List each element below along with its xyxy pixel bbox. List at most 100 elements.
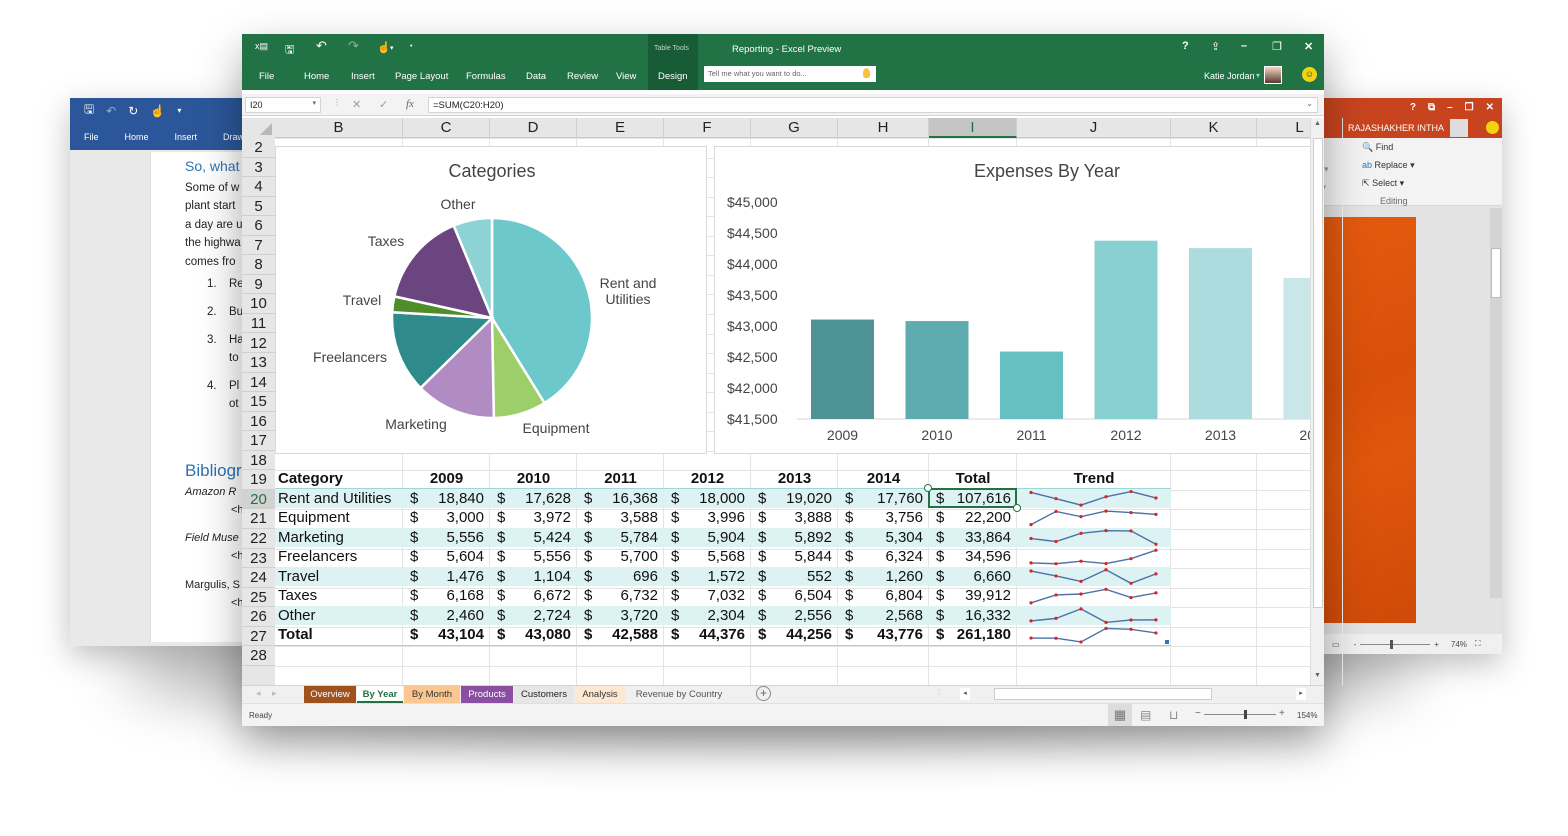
- expenses-by-year-bar-chart[interactable]: Expenses By Year $41,500 $42,000 $42,500 $4…: [714, 146, 1315, 454]
- value-cell[interactable]: 7,032: [664, 586, 745, 606]
- normal-view-icon[interactable]: ▦: [1108, 704, 1132, 726]
- year-header-cell[interactable]: 2009: [403, 469, 490, 489]
- total-cell[interactable]: 39,912: [929, 586, 1011, 606]
- zoom-in-button[interactable]: +: [1279, 708, 1285, 719]
- tab-view[interactable]: View: [616, 71, 636, 82]
- value-cell[interactable]: 3,888: [751, 508, 832, 528]
- total-cell[interactable]: 34,596: [929, 547, 1011, 567]
- select-all-corner[interactable]: [242, 118, 275, 138]
- value-cell[interactable]: 2,568: [838, 606, 923, 626]
- ribbon-display-icon[interactable]: ⧉: [1428, 102, 1435, 113]
- row-header-14[interactable]: 14: [242, 373, 275, 393]
- sheet-tab-products[interactable]: Products: [461, 686, 513, 703]
- close-button[interactable]: ✕: [1304, 40, 1313, 53]
- value-cell[interactable]: 44,256: [751, 625, 832, 645]
- category-cell[interactable]: Freelancers: [278, 547, 357, 567]
- insert-function-icon[interactable]: fx: [406, 98, 414, 110]
- touch-mode-icon[interactable]: ☝: [377, 41, 391, 54]
- value-cell[interactable]: 17,628: [490, 489, 571, 509]
- value-cell[interactable]: 2,556: [751, 606, 832, 626]
- minimize-button[interactable]: –: [1241, 40, 1247, 52]
- horizontal-scroll-thumb[interactable]: [994, 688, 1212, 700]
- year-header-cell[interactable]: 2010: [490, 469, 577, 489]
- name-box-dropdown-icon[interactable]: ▾: [312, 99, 316, 107]
- value-cell[interactable]: 44,376: [664, 625, 745, 645]
- value-cell[interactable]: 6,324: [838, 547, 923, 567]
- formula-bar-resize-handle[interactable]: ⋮: [333, 98, 341, 107]
- column-header-d[interactable]: D: [490, 118, 577, 138]
- zoom-slider-thumb[interactable]: [1244, 710, 1247, 719]
- user-avatar[interactable]: [1264, 66, 1282, 84]
- total-cell[interactable]: 33,864: [929, 528, 1011, 548]
- row-header-9[interactable]: 9: [242, 275, 275, 295]
- year-header-cell[interactable]: 2011: [577, 469, 664, 489]
- column-header-e[interactable]: E: [577, 118, 664, 138]
- value-cell[interactable]: 6,168: [403, 586, 484, 606]
- value-cell[interactable]: 18,000: [664, 489, 745, 509]
- category-cell[interactable]: Taxes: [278, 586, 317, 606]
- fit-slide-icon[interactable]: ⛶: [1475, 639, 1481, 649]
- categories-pie-chart[interactable]: Categories Rent and Utilities Equipment Mar…: [275, 146, 707, 454]
- column-header-c[interactable]: C: [403, 118, 490, 138]
- value-cell[interactable]: 2,304: [664, 606, 745, 626]
- scroll-down-icon[interactable]: ▼: [1314, 672, 1321, 679]
- cancel-entry-icon[interactable]: ✕: [352, 98, 361, 111]
- value-cell[interactable]: 5,784: [577, 528, 658, 548]
- save-icon[interactable]: 🖫: [84, 100, 94, 121]
- row-header-20[interactable]: 20: [242, 489, 275, 510]
- expand-formula-bar-icon[interactable]: ⌄: [1306, 99, 1313, 108]
- page-layout-view-icon[interactable]: ▤: [1140, 708, 1151, 722]
- restore-icon[interactable]: ❐: [1465, 102, 1474, 113]
- year-header-cell[interactable]: 2014: [838, 469, 929, 489]
- ppt-avatar[interactable]: [1450, 118, 1469, 137]
- scroll-up-icon[interactable]: ▲: [1314, 120, 1321, 127]
- value-cell[interactable]: 18,840: [403, 489, 484, 509]
- zoom-level[interactable]: 154%: [1297, 711, 1317, 720]
- row-header-24[interactable]: 24: [242, 568, 275, 588]
- scroll-tabs-right-icon[interactable]: ▸: [272, 688, 277, 699]
- tab-file[interactable]: File: [259, 71, 274, 82]
- word-tab-insert[interactable]: Insert: [175, 132, 198, 142]
- value-cell[interactable]: 5,568: [664, 547, 745, 567]
- undo-icon[interactable]: ↶: [106, 104, 116, 118]
- category-cell[interactable]: Other: [278, 606, 316, 626]
- column-header-f[interactable]: F: [664, 118, 751, 138]
- column-header-l[interactable]: L: [1257, 118, 1343, 138]
- selection-handle[interactable]: [924, 483, 932, 492]
- value-cell[interactable]: 6,804: [838, 586, 923, 606]
- ppt-zoom-level[interactable]: 74%: [1451, 640, 1467, 649]
- column-header-k[interactable]: K: [1171, 118, 1257, 138]
- help-icon[interactable]: ?: [1410, 102, 1416, 113]
- active-cell-selection[interactable]: [928, 487, 1017, 509]
- value-cell[interactable]: 5,556: [403, 528, 484, 548]
- value-cell[interactable]: 3,756: [838, 508, 923, 528]
- value-cell[interactable]: 42,588: [577, 625, 658, 645]
- touch-mode-icon[interactable]: ☝: [150, 104, 165, 118]
- row-header-5[interactable]: 5: [242, 197, 275, 217]
- value-cell[interactable]: 1,260: [838, 567, 923, 587]
- row-header-19[interactable]: 19: [242, 470, 275, 490]
- zoom-in-button[interactable]: +: [1434, 640, 1439, 649]
- tab-split-handle[interactable]: ⋮: [935, 689, 943, 698]
- new-sheet-button[interactable]: +: [756, 686, 771, 701]
- minimize-icon[interactable]: –: [1447, 102, 1453, 113]
- row-header-23[interactable]: 23: [242, 549, 275, 569]
- column-header-j[interactable]: J: [1017, 118, 1171, 138]
- scroll-thumb[interactable]: [1491, 248, 1501, 298]
- total-cell[interactable]: 22,200: [929, 508, 1011, 528]
- value-cell[interactable]: 3,588: [577, 508, 658, 528]
- user-name[interactable]: Katie Jordan: [1204, 71, 1255, 81]
- value-cell[interactable]: 5,556: [490, 547, 571, 567]
- row-header-3[interactable]: 3: [242, 158, 275, 178]
- value-cell[interactable]: 2,724: [490, 606, 571, 626]
- sheet-tab-customers[interactable]: Customers: [514, 686, 574, 703]
- value-cell[interactable]: 5,904: [664, 528, 745, 548]
- hscroll-right-icon[interactable]: ▸: [1296, 688, 1306, 700]
- value-cell[interactable]: 19,020: [751, 489, 832, 509]
- value-cell[interactable]: 3,720: [577, 606, 658, 626]
- page-break-preview-icon[interactable]: ⊔: [1169, 708, 1178, 722]
- close-icon[interactable]: ✕: [1486, 102, 1494, 113]
- row-header-27[interactable]: 27: [242, 627, 275, 647]
- row-header-13[interactable]: 13: [242, 353, 275, 373]
- value-cell[interactable]: 43,080: [490, 625, 571, 645]
